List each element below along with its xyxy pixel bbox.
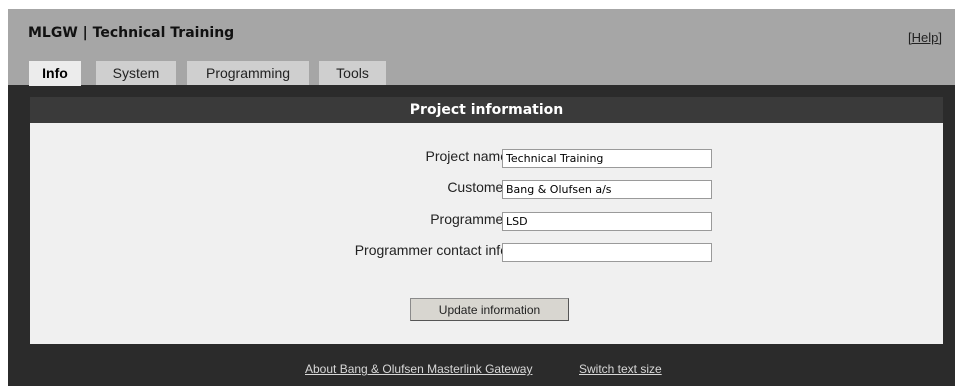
project-name-label: Project name: [425, 148, 508, 164]
tab-programming[interactable]: Programming: [187, 61, 309, 85]
programmer-contact-input[interactable]: [502, 243, 712, 262]
customer-label: Customer: [447, 179, 508, 195]
tab-system[interactable]: System: [96, 61, 176, 85]
tab-info[interactable]: Info: [29, 61, 81, 86]
panel-title: Project information: [30, 97, 943, 123]
switch-text-size-link[interactable]: Switch text size: [579, 362, 662, 376]
update-information-button[interactable]: Update information: [410, 298, 569, 321]
customer-input[interactable]: [502, 180, 712, 199]
project-name-input[interactable]: [502, 149, 712, 168]
app-title: MLGW | Technical Training: [28, 25, 235, 41]
programmer-input[interactable]: [502, 212, 712, 231]
about-mlgw-link[interactable]: About Bang & Olufsen Masterlink Gateway: [305, 362, 532, 376]
tab-tools[interactable]: Tools: [319, 61, 386, 85]
project-info-panel: Project information Project name Custome…: [29, 96, 944, 345]
programmer-contact-label: Programmer contact info: [354, 242, 508, 258]
programmer-label: Programmer: [430, 211, 508, 227]
help-link[interactable]: [Help]: [908, 30, 942, 45]
